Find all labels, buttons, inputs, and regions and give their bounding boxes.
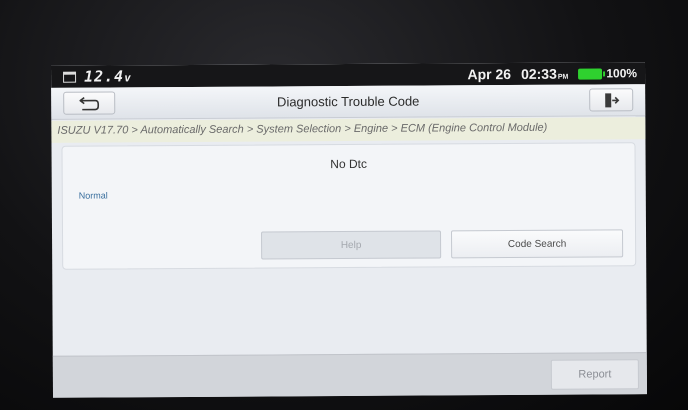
code-search-button[interactable]: Code Search (451, 229, 624, 259)
battery-indicator: 100% (578, 66, 637, 80)
device-screen: 12.4v Apr 26 02:33 PM 100% Diagnostic Tr… (50, 62, 648, 398)
calendar-icon (63, 71, 77, 83)
help-button[interactable]: Help (261, 230, 442, 260)
status-date: Apr 26 (467, 66, 512, 83)
dtc-message: No Dtc (330, 156, 367, 172)
footer-bar: Report (52, 352, 648, 398)
exit-door-icon (605, 92, 620, 107)
dtc-result-card: No Dtc Normal Help Code Search (61, 142, 637, 270)
voltage-value: 12.4 (84, 67, 125, 86)
page-title: Diagnostic Trouble Code (276, 93, 420, 110)
voltage-readout: 12.4v (84, 67, 132, 85)
status-time: 02:33 PM (521, 66, 568, 82)
battery-icon (578, 67, 603, 80)
report-button[interactable]: Report (550, 359, 639, 390)
battery-percent: 100% (606, 66, 638, 81)
time-value: 02:33 (520, 65, 557, 82)
time-ampm: PM (557, 73, 569, 81)
breadcrumb: ISUZU V17.70 > Automatically Search > Sy… (51, 117, 646, 143)
return-arrow-icon (79, 96, 100, 110)
back-button[interactable] (63, 91, 116, 115)
voltage-unit: v (124, 71, 132, 85)
system-status: Normal (78, 190, 108, 201)
exit-button[interactable] (589, 88, 634, 112)
title-bar: Diagnostic Trouble Code (51, 84, 646, 120)
